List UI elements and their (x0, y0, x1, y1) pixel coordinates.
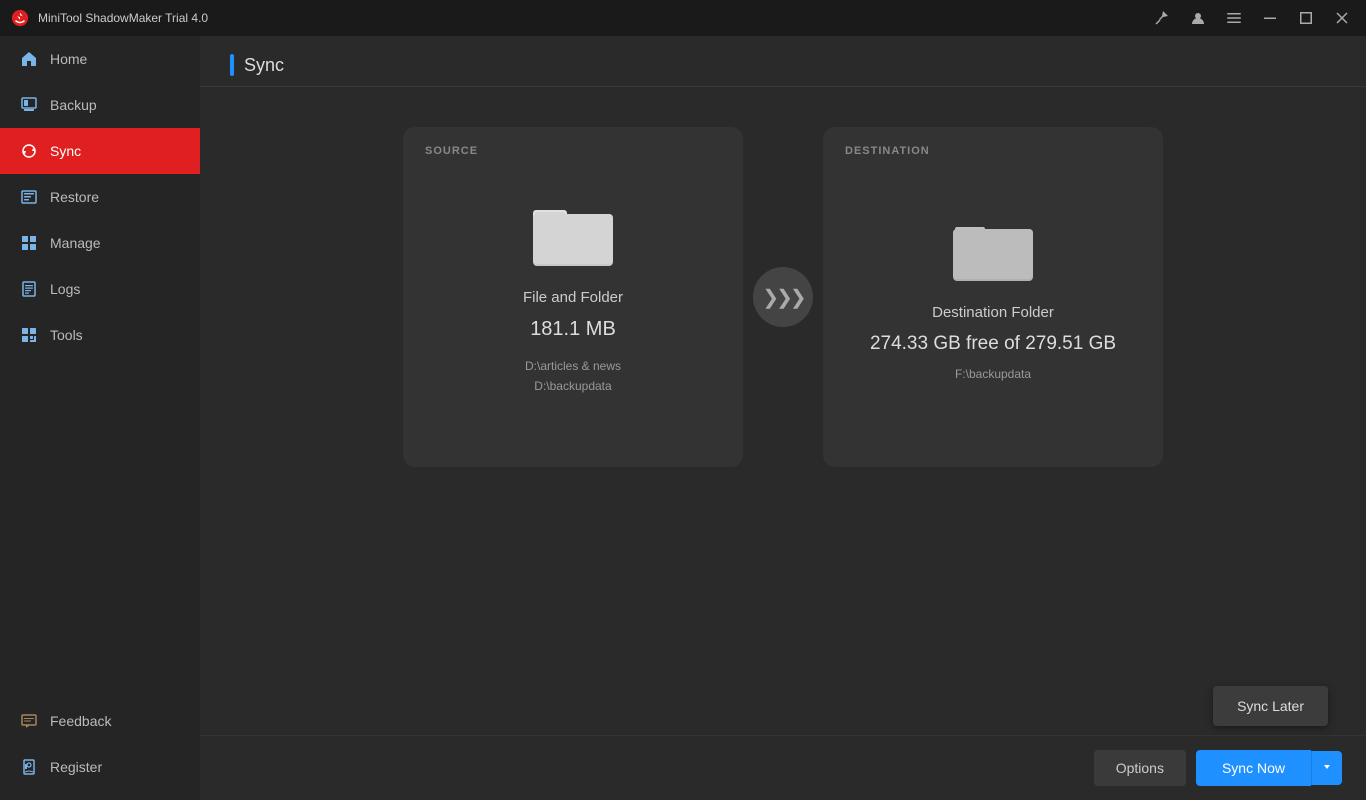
source-card[interactable]: SOURCE File and Folder 181.1 MB D:\artic… (403, 127, 743, 467)
source-label: SOURCE (425, 145, 478, 157)
sidebar-item-manage[interactable]: Manage (0, 220, 200, 266)
sidebar-item-sync[interactable]: Sync (0, 128, 200, 174)
sync-workspace: SOURCE File and Folder 181.1 MB D:\artic… (200, 87, 1366, 735)
sidebar: Home Backup Sync (0, 36, 200, 800)
arrow-circle: ❯❯❯ (753, 267, 813, 327)
page-header: Sync (200, 36, 1366, 87)
destination-folder-icon (953, 213, 1033, 286)
page-title: Sync (244, 55, 284, 76)
minimize-icon[interactable] (1256, 4, 1284, 32)
account-icon[interactable] (1184, 4, 1212, 32)
pin-icon[interactable] (1148, 4, 1176, 32)
sidebar-item-feedback[interactable]: Feedback (0, 698, 200, 744)
content-area: Sync SOURCE File and Folder 181.1 MB (200, 36, 1366, 800)
sidebar-item-tools[interactable]: Tools (0, 312, 200, 358)
sync-now-button[interactable]: Sync Now (1196, 750, 1311, 786)
sidebar-item-register[interactable]: Register (0, 744, 200, 790)
sync-direction-arrow: ❯❯❯ (743, 127, 823, 467)
maximize-icon[interactable] (1292, 4, 1320, 32)
close-icon[interactable] (1328, 4, 1356, 32)
sync-icon (20, 142, 38, 160)
options-button[interactable]: Options (1094, 750, 1186, 786)
sidebar-item-home[interactable]: Home (0, 36, 200, 82)
destination-card[interactable]: DESTINATION Destination Folder 274.33 GB… (823, 127, 1163, 467)
titlebar: MiniTool ShadowMaker Trial 4.0 (0, 0, 1366, 36)
app-logo (10, 8, 30, 28)
sync-now-group: Sync Now Sync Later (1196, 750, 1342, 786)
bottom-action-bar: Options Sync Now Sync Later (200, 735, 1366, 800)
source-size: 181.1 MB (530, 318, 616, 341)
destination-free-space: 274.33 GB free of 279.51 GB (870, 333, 1116, 355)
logs-icon (20, 280, 38, 298)
destination-label: DESTINATION (845, 145, 930, 157)
page-accent-bar (230, 54, 234, 76)
home-icon (20, 50, 38, 68)
sidebar-item-logs[interactable]: Logs (0, 266, 200, 312)
register-icon (20, 758, 38, 776)
feedback-icon (20, 712, 38, 730)
source-paths: D:\articles & news D:\backupdata (525, 357, 621, 395)
sidebar-item-backup[interactable]: Backup (0, 82, 200, 128)
menu-icon[interactable] (1220, 4, 1248, 32)
restore-icon (20, 188, 38, 206)
sync-now-dropdown-button[interactable] (1311, 751, 1342, 785)
window-controls (1148, 4, 1356, 32)
sync-later-option[interactable]: Sync Later (1213, 686, 1328, 726)
tools-icon (20, 326, 38, 344)
destination-type: Destination Folder (932, 304, 1054, 321)
source-folder-icon (533, 198, 613, 271)
app-container: Home Backup Sync (0, 36, 1366, 800)
backup-icon (20, 96, 38, 114)
destination-path: F:\backupdata (955, 367, 1031, 381)
sidebar-item-restore[interactable]: Restore (0, 174, 200, 220)
app-title: MiniTool ShadowMaker Trial 4.0 (38, 11, 1148, 25)
manage-icon (20, 234, 38, 252)
source-type: File and Folder (523, 289, 623, 306)
